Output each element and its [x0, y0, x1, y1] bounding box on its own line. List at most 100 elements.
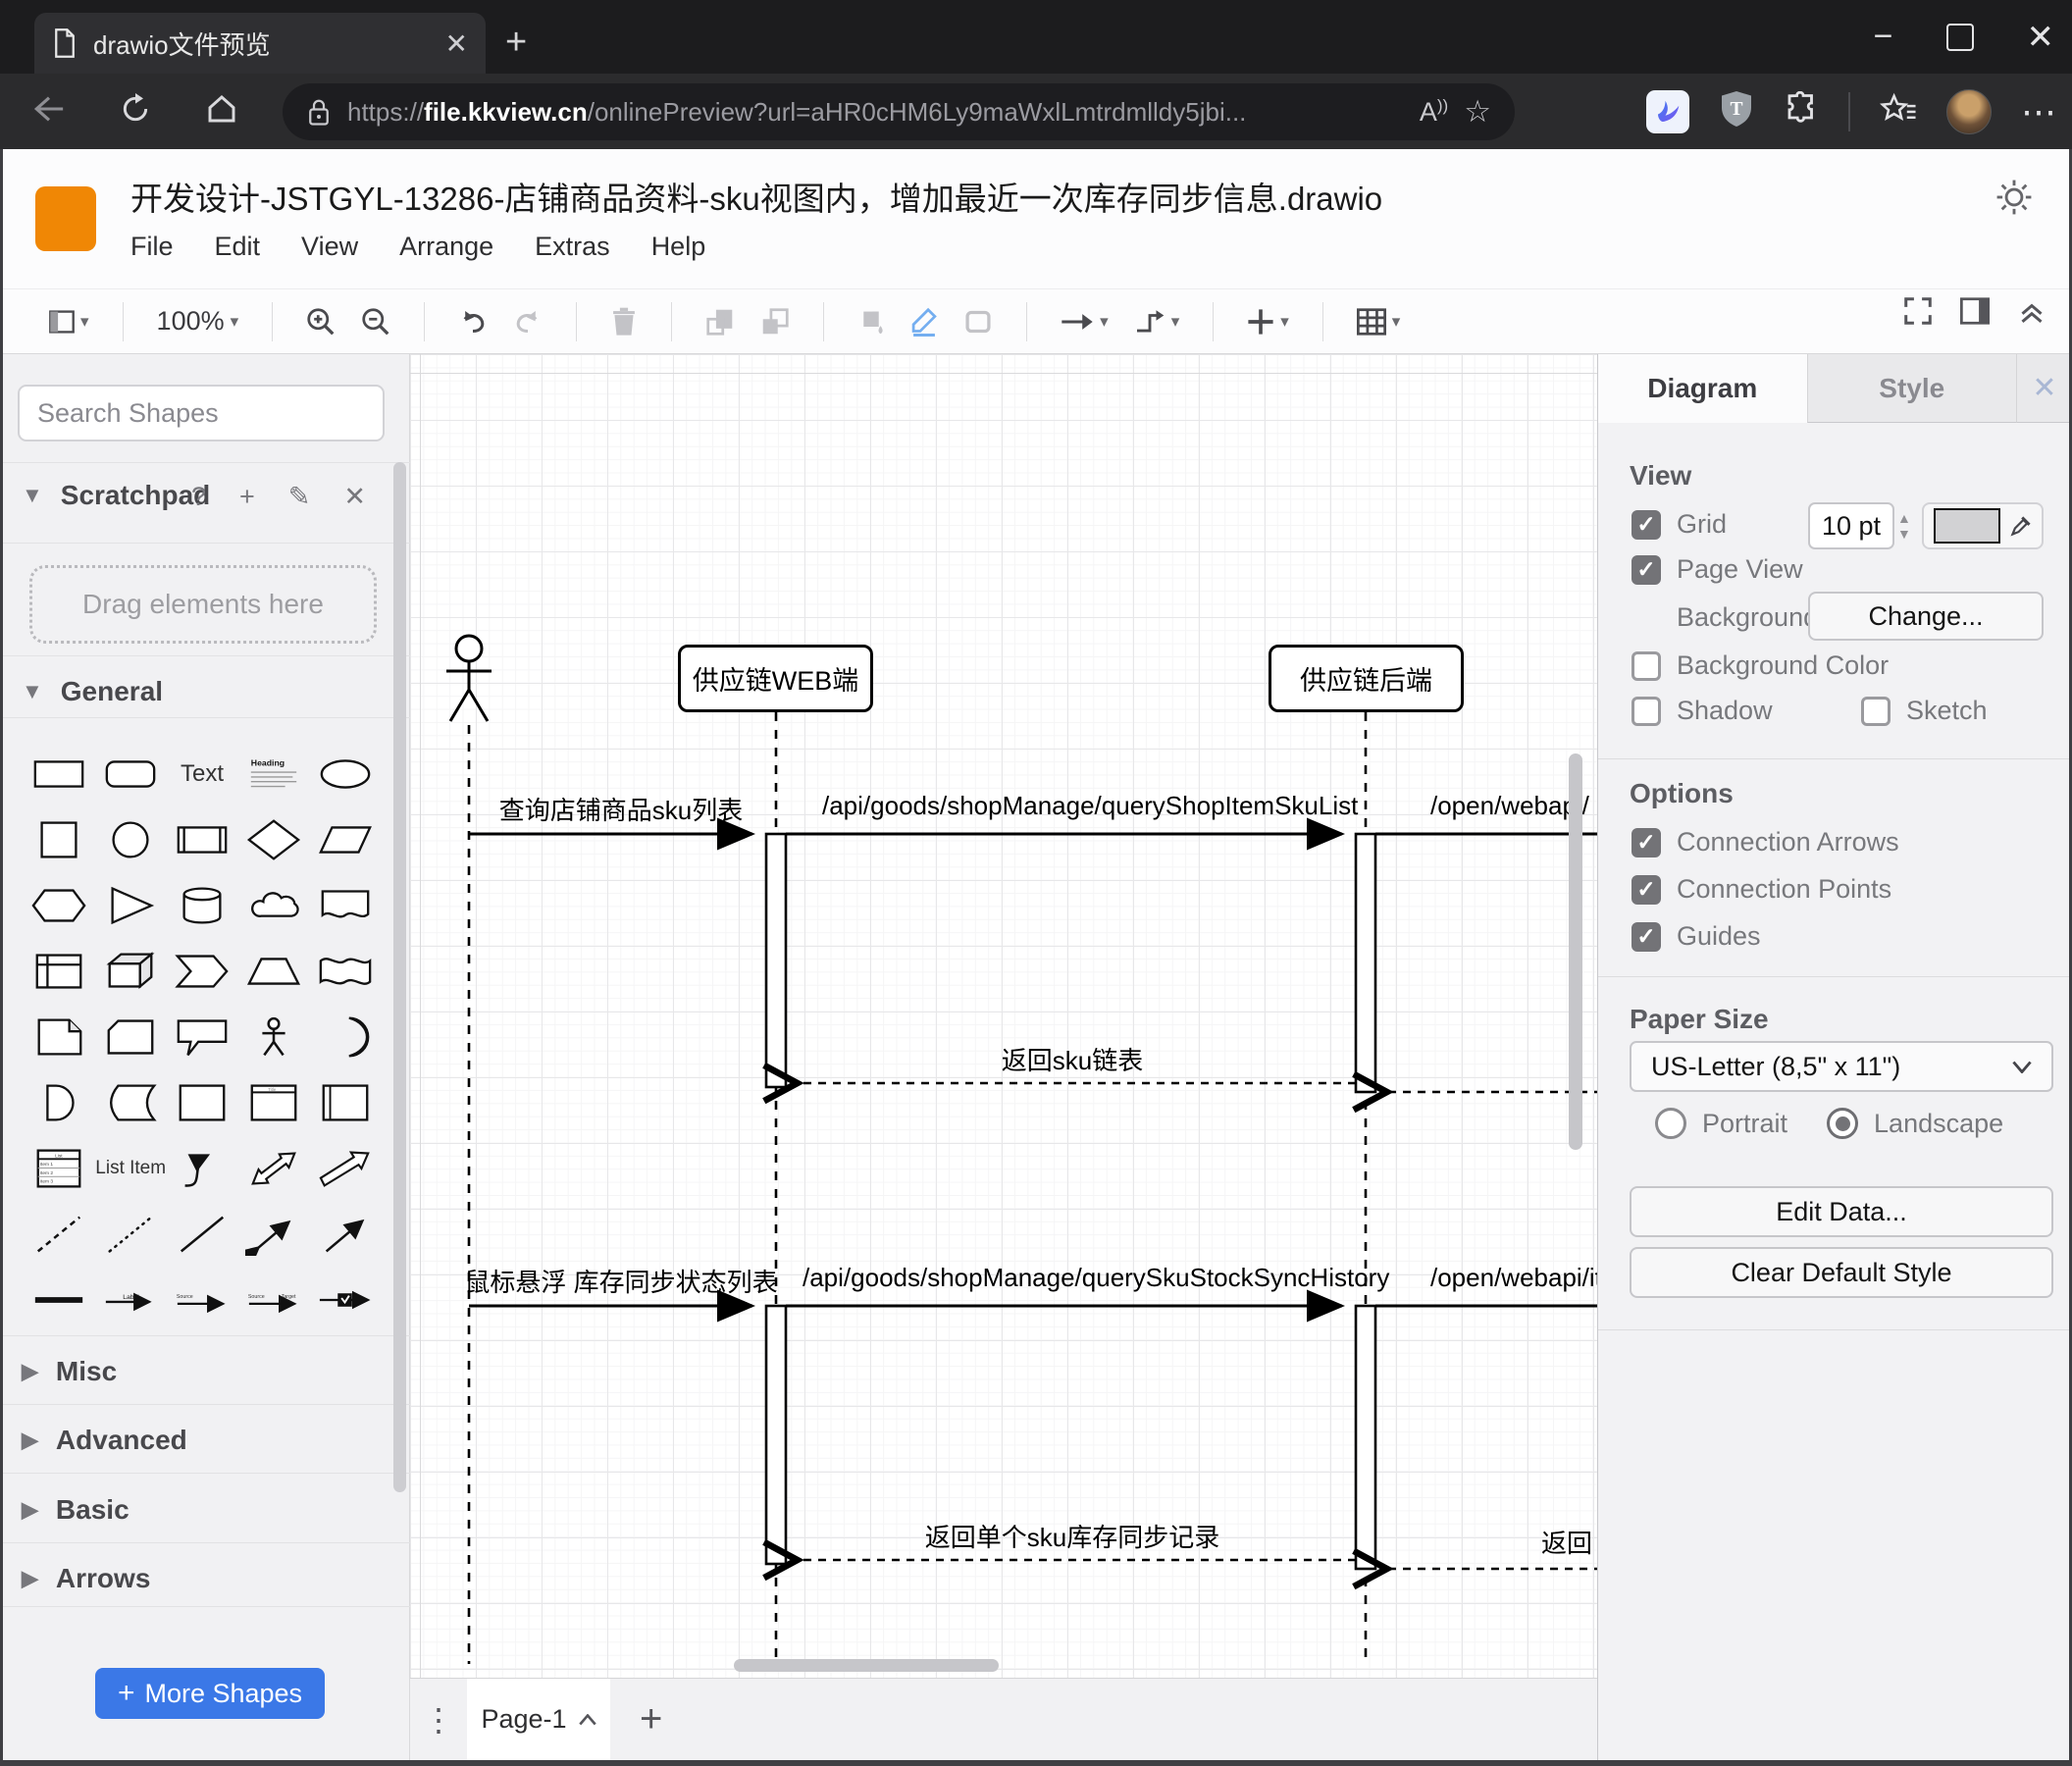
shape-line[interactable]	[167, 1201, 238, 1267]
pages-menu-icon[interactable]: ⋮	[410, 1701, 467, 1739]
edit-data-button[interactable]: Edit Data...	[1630, 1186, 2053, 1237]
tab-style[interactable]: Style	[1806, 354, 2016, 423]
grid-size-stepper[interactable]: ▲ ▼	[1897, 502, 1911, 549]
section-basic[interactable]: ▶ Basic	[22, 1494, 130, 1526]
more-shapes-button[interactable]: + More Shapes	[95, 1668, 325, 1719]
scratchpad-help-icon[interactable]: ?	[191, 482, 206, 512]
shape-outline-icon[interactable]	[963, 308, 993, 336]
shape-ellipse[interactable]	[309, 741, 381, 806]
shape-diamond[interactable]	[237, 806, 309, 872]
zoom-out-icon[interactable]	[361, 307, 390, 337]
grid-color-button[interactable]	[1922, 502, 2044, 549]
message-label[interactable]: /open/webapi/item	[1430, 1263, 1597, 1293]
shape-data-storage[interactable]	[95, 1069, 167, 1135]
tab-close-icon[interactable]: ✕	[445, 27, 468, 60]
portrait-radio[interactable]	[1655, 1108, 1686, 1139]
message-label[interactable]: 返回sku链表	[906, 1041, 1239, 1077]
view-mode-button[interactable]: ▾	[49, 309, 89, 335]
line-color-icon[interactable]	[910, 307, 938, 337]
shape-vertical-container[interactable]	[309, 1069, 381, 1135]
shape-callout[interactable]	[167, 1004, 238, 1069]
collapse-toolbar-icon[interactable]	[2017, 296, 2046, 331]
tab-diagram[interactable]: Diagram	[1598, 354, 1807, 423]
window-minimize-icon[interactable]: −	[1874, 18, 1893, 56]
scratchpad-close-icon[interactable]: ✕	[343, 482, 366, 512]
shape-trapezoid[interactable]	[237, 938, 309, 1004]
reload-icon[interactable]	[106, 93, 165, 130]
home-icon[interactable]	[192, 93, 251, 130]
thunder-extension-icon[interactable]	[1646, 89, 1689, 133]
section-arrows[interactable]: ▶ Arrows	[22, 1563, 150, 1594]
shape-labeled-edge[interactable]	[167, 1267, 238, 1332]
to-front-icon[interactable]	[705, 307, 735, 337]
menu-item-help[interactable]: Help	[651, 232, 706, 262]
table-button[interactable]: ▾	[1356, 307, 1400, 336]
page-view-checkbox[interactable]: ✓	[1632, 554, 1661, 585]
zoom-in-icon[interactable]	[306, 307, 336, 337]
participant-backend[interactable]: 供应链后端	[1269, 645, 1464, 712]
shape-curve[interactable]	[167, 1135, 238, 1201]
message-label[interactable]: 返回	[1541, 1524, 1597, 1560]
panel-close-icon[interactable]: ✕	[2016, 354, 2072, 423]
theme-sun-icon[interactable]	[1995, 179, 2033, 221]
shape-titled-container[interactable]	[237, 1069, 309, 1135]
shape-cube[interactable]	[95, 938, 167, 1004]
collections-star-icon[interactable]	[1879, 92, 1917, 130]
extensions-puzzle-icon[interactable]	[1784, 90, 1819, 131]
shape-cloud[interactable]	[237, 872, 309, 938]
shield-extension-icon[interactable]: T	[1719, 89, 1754, 133]
shape-or[interactable]	[309, 1004, 381, 1069]
message-label[interactable]: 鼠标悬浮 库存同步状态列表	[454, 1263, 788, 1299]
shape-note[interactable]	[24, 1004, 95, 1069]
guides-checkbox[interactable]: ✓	[1632, 921, 1661, 952]
grid-checkbox[interactable]: ✓	[1632, 509, 1661, 540]
shape-arrow[interactable]	[309, 1201, 381, 1267]
favorite-star-icon[interactable]: ☆	[1464, 94, 1491, 130]
profile-avatar[interactable]	[1946, 88, 1992, 134]
diagram-canvas[interactable]: 供应链WEB端 供应链后端 查询店铺商品sku列表 /api/goods/sho…	[410, 354, 1597, 1678]
shadow-checkbox[interactable]	[1632, 696, 1661, 726]
connection-arrows-checkbox[interactable]: ✓	[1632, 827, 1661, 857]
menu-item-arrange[interactable]: Arrange	[399, 232, 493, 262]
shape-parallelogram[interactable]	[309, 806, 381, 872]
shape-search[interactable]	[18, 385, 387, 442]
shape-triangle[interactable]	[95, 872, 167, 938]
message-label[interactable]: /api/goods/shopManage/queryShopItemSkuLi…	[822, 791, 1358, 821]
shape-circle[interactable]	[95, 806, 167, 872]
shape-cylinder[interactable]	[167, 872, 238, 938]
window-close-icon[interactable]: ✕	[2027, 18, 2055, 57]
shape-dotted-line[interactable]	[95, 1201, 167, 1267]
shape-label-arrow[interactable]	[95, 1267, 167, 1332]
scratchpad-header[interactable]: ▼ Scratchpad	[22, 480, 210, 511]
scratchpad-edit-icon[interactable]: ✎	[288, 482, 311, 512]
menu-item-view[interactable]: View	[301, 232, 358, 262]
menu-item-edit[interactable]: Edit	[215, 232, 261, 262]
sketch-checkbox[interactable]	[1861, 696, 1891, 726]
shape-text[interactable]: Text	[167, 741, 238, 806]
read-aloud-icon[interactable]: A))	[1420, 96, 1448, 128]
shape-internal-storage[interactable]	[24, 938, 95, 1004]
scratchpad-drop-area[interactable]: Drag elements here	[29, 565, 377, 644]
shape-rounded-rectangle[interactable]	[95, 741, 167, 806]
shape-list[interactable]	[24, 1135, 95, 1201]
menu-item-extras[interactable]: Extras	[535, 232, 610, 262]
section-misc[interactable]: ▶ Misc	[22, 1356, 117, 1387]
shape-rectangle[interactable]	[24, 741, 95, 806]
shape-step[interactable]	[167, 938, 238, 1004]
page-tab[interactable]: Page-1	[467, 1678, 610, 1761]
canvas-horizontal-scrollbar[interactable]	[734, 1659, 999, 1672]
fullscreen-icon[interactable]	[1903, 296, 1933, 331]
fill-color-icon[interactable]	[857, 307, 885, 337]
add-page-button[interactable]: +	[640, 1697, 662, 1741]
insert-button[interactable]: ▾	[1247, 308, 1289, 336]
participant-web[interactable]: 供应链WEB端	[678, 645, 873, 712]
section-advanced[interactable]: ▶ Advanced	[22, 1425, 187, 1456]
shape-labeled-edge-2[interactable]	[237, 1267, 309, 1332]
format-panel-toggle-icon[interactable]	[1960, 296, 1990, 331]
back-icon[interactable]	[20, 94, 78, 129]
address-bar[interactable]: https://file.kkview.cn/onlinePreview?url…	[283, 83, 1515, 140]
background-color-checkbox[interactable]	[1632, 650, 1661, 681]
connection-points-checkbox[interactable]: ✓	[1632, 874, 1661, 905]
zoom-level-dropdown[interactable]: 100% ▾	[157, 306, 239, 337]
shape-hexagon[interactable]	[24, 872, 95, 938]
